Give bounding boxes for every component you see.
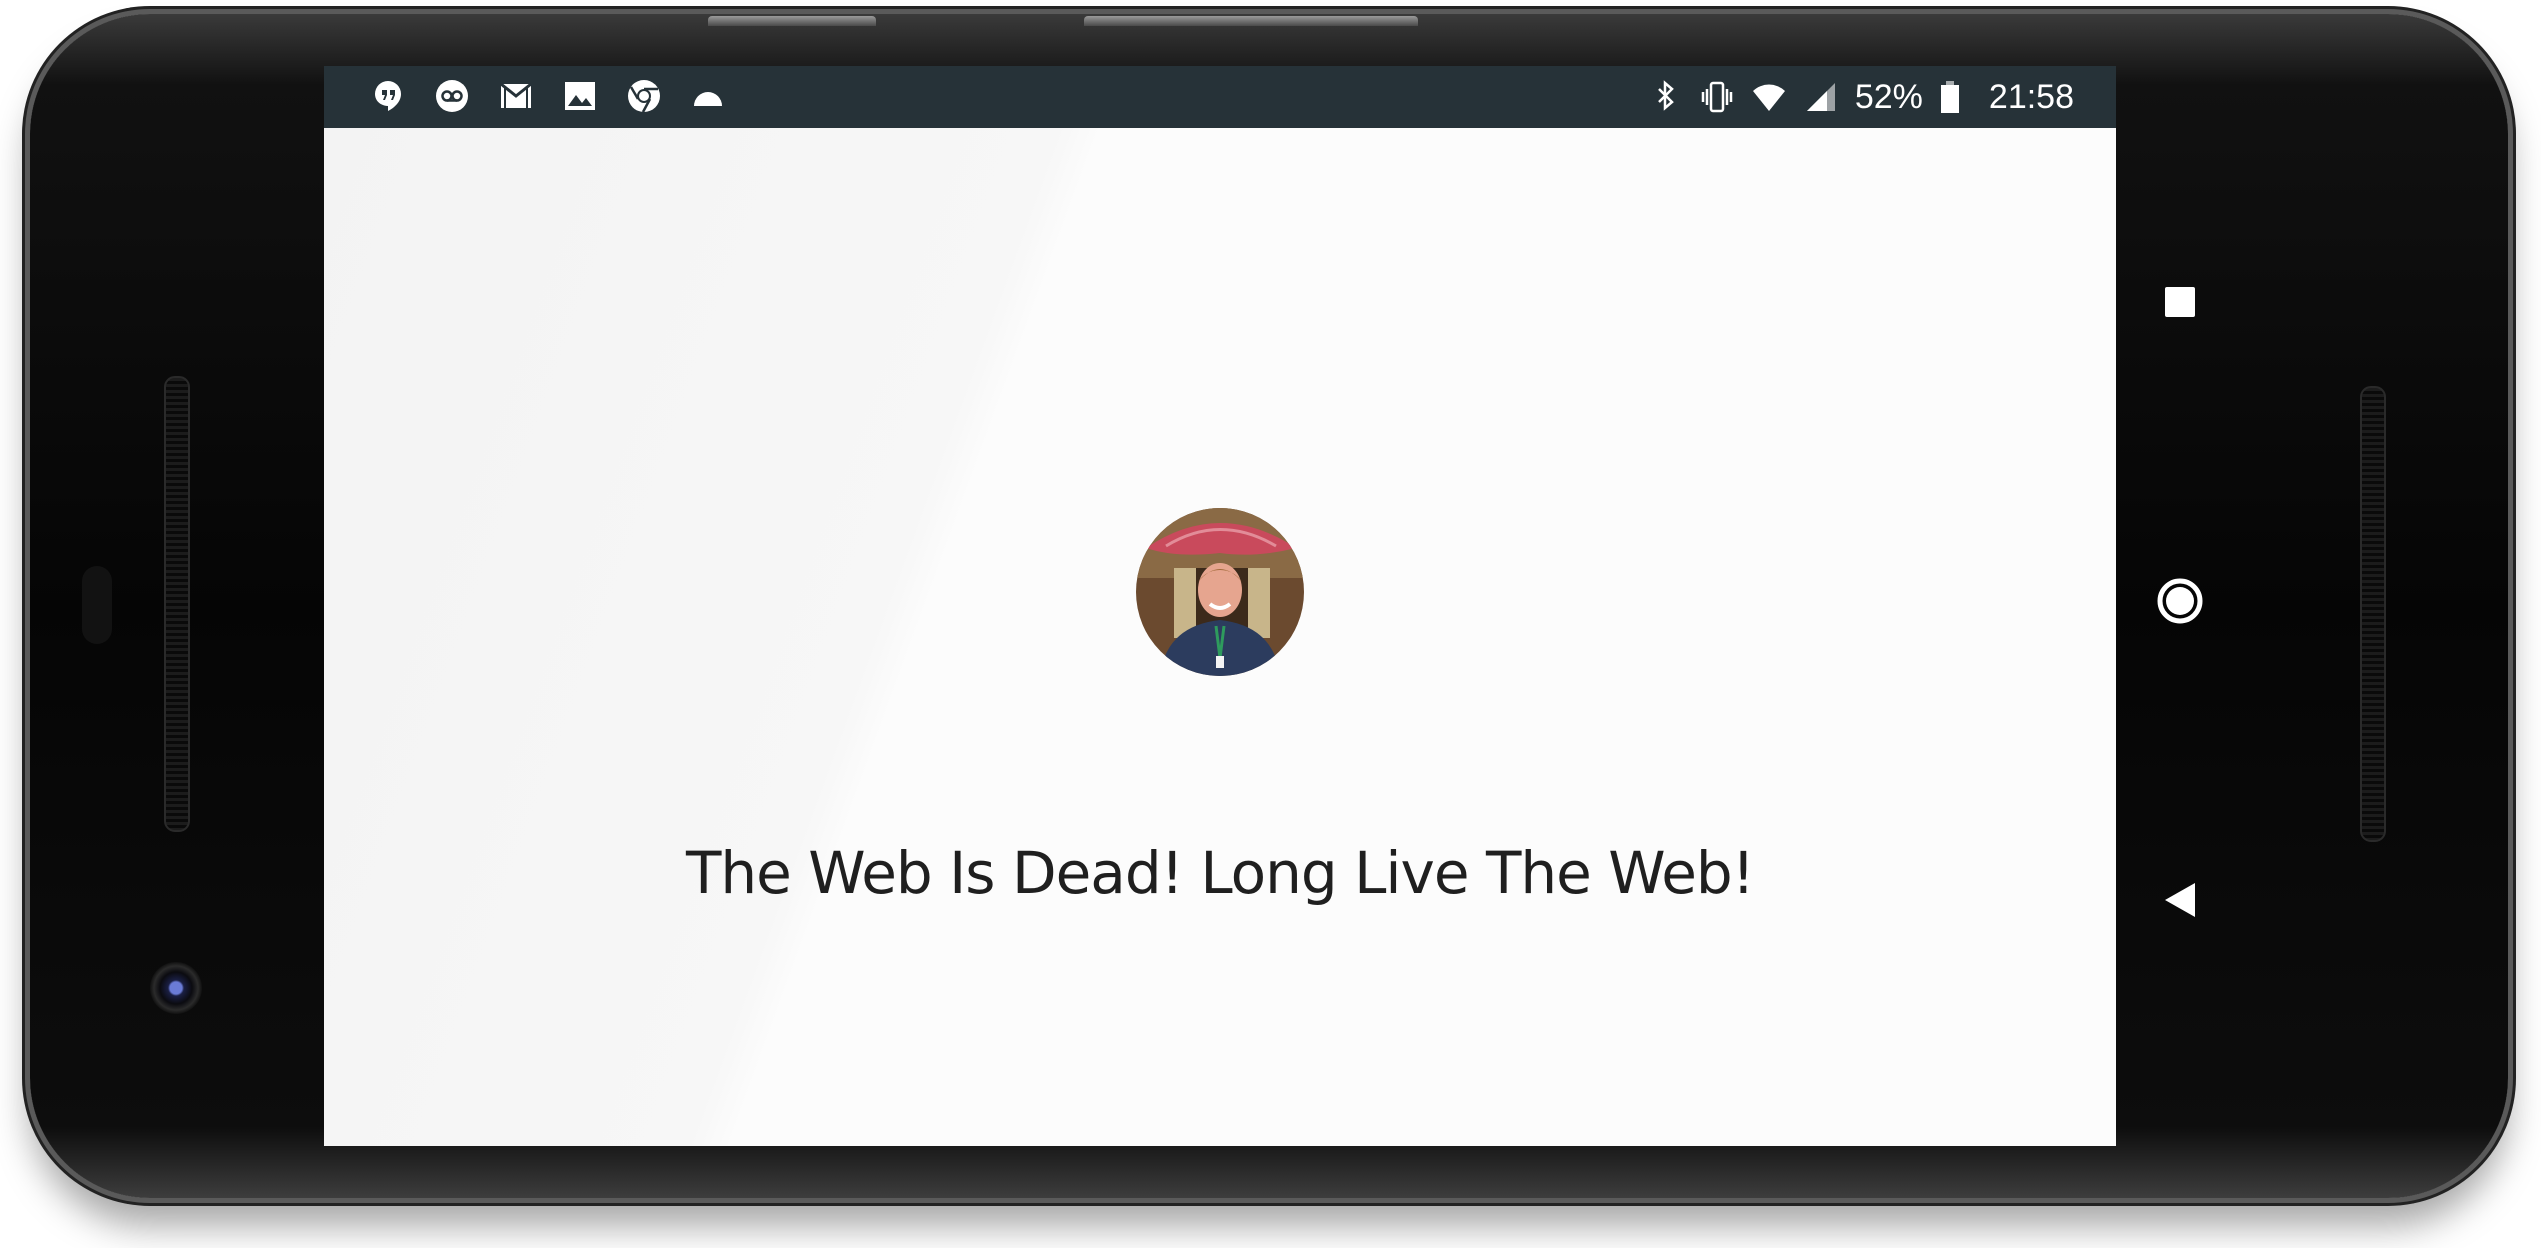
home-icon bbox=[2157, 578, 2203, 624]
photos-icon bbox=[562, 78, 598, 114]
home-button[interactable] bbox=[2148, 569, 2212, 633]
profile-avatar[interactable] bbox=[1136, 508, 1304, 676]
battery-icon bbox=[1939, 79, 1961, 115]
hangouts-icon bbox=[370, 78, 406, 114]
cell-signal-icon bbox=[1803, 79, 1839, 115]
power-button bbox=[1084, 16, 1418, 26]
voicemail-icon bbox=[434, 78, 470, 114]
front-speaker-left bbox=[164, 376, 190, 832]
wifi-icon bbox=[1751, 79, 1787, 115]
vibrate-icon bbox=[1699, 79, 1735, 115]
back-icon bbox=[2165, 883, 2195, 917]
clock: 21:58 bbox=[1988, 78, 2074, 116]
status-bar[interactable]: 52% 21:58 bbox=[324, 66, 2116, 128]
recent-apps-icon bbox=[2165, 287, 2195, 317]
navigation-bar bbox=[2116, 66, 2244, 1146]
back-button[interactable] bbox=[2148, 868, 2212, 932]
notification-icons bbox=[370, 78, 726, 114]
bluetooth-icon bbox=[1647, 79, 1683, 115]
volume-button bbox=[708, 16, 876, 26]
system-status: 52% 21:58 bbox=[1647, 76, 2074, 118]
battery-percent: 52% bbox=[1854, 78, 1923, 116]
profile-photo bbox=[1136, 508, 1304, 676]
gmail-icon bbox=[498, 78, 534, 114]
front-speaker-right bbox=[2360, 386, 2386, 842]
app-content: The Web Is Dead! Long Live The Web! bbox=[324, 128, 2116, 1146]
phone-screen: 52% 21:58 The Web Is Dead! Long Live The… bbox=[324, 66, 2116, 1146]
device-frame-scene: 52% 21:58 The Web Is Dead! Long Live The… bbox=[0, 0, 2541, 1248]
recent-apps-button[interactable] bbox=[2148, 270, 2212, 334]
android-icon bbox=[690, 78, 726, 114]
front-camera-icon bbox=[150, 962, 202, 1014]
proximity-sensor bbox=[82, 566, 112, 644]
chrome-icon bbox=[626, 78, 662, 114]
page-headline: The Web Is Dead! Long Live The Web! bbox=[685, 839, 1755, 907]
